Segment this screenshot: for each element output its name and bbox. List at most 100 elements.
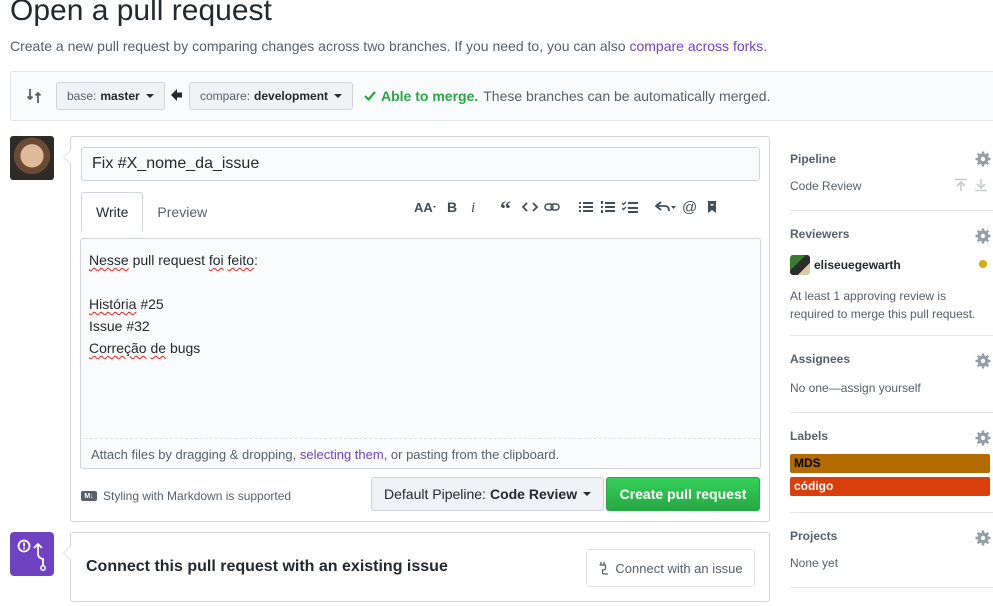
select-files-link[interactable]: selecting them [300,447,384,462]
merge-ok-text: Able to merge. [381,88,479,104]
misspelled-word: de [150,340,167,356]
header-icon[interactable]: AA [411,196,441,218]
arrow-left-icon [171,89,182,101]
sidebar-assignees-heading: Assignees [790,352,851,366]
chevron-down-icon [583,492,592,496]
compare-across-forks-link[interactable]: compare across forks [629,38,763,54]
misspelled-word: Correção [89,340,147,356]
task-list-icon[interactable] [619,196,641,218]
sidebar-pipeline-heading: Pipeline [790,152,837,166]
attach-text-end: , or pasting from the clipboard. [383,447,560,462]
gear-icon[interactable] [975,430,991,446]
chevron-down-icon [145,94,154,98]
move-to-bottom-icon[interactable] [974,178,988,192]
create-pull-request-button[interactable]: Create pull request [606,477,760,511]
sidebar-pipeline-section: Pipeline Code Review [790,136,993,211]
chevron-down-icon [334,94,343,98]
assignees-value[interactable]: No one—assign yourself [790,381,921,395]
merge-status: Able to merge. These branches can be aut… [364,88,770,104]
svg-text:B: B [447,200,457,214]
gear-icon[interactable] [975,151,991,167]
base-branch-value: master [100,89,140,103]
svg-text:@: @ [682,199,697,215]
subtitle-end: . [763,38,768,54]
gear-icon[interactable] [975,530,991,546]
sidebar-pipeline-value: Code Review [790,179,862,193]
unordered-list-icon[interactable] [575,196,597,218]
attach-files-bar[interactable]: Attach files by dragging & dropping, sel… [80,438,761,469]
gear-icon[interactable] [975,353,991,369]
page-title: Open a pull request [10,0,272,27]
sidebar-projects-heading: Projects [790,529,838,543]
svg-text:“: “ [500,200,511,214]
quote-icon[interactable]: “ [497,196,519,218]
compare-icon [26,89,42,103]
sidebar-reviewers-section: Reviewers eliseuegewarth At least 1 appr… [790,211,993,336]
markdown-toolbar: AA B i “ @ [411,195,723,219]
code-icon[interactable] [519,196,541,218]
reviewer-name[interactable]: eliseuegewarth [814,258,901,272]
review-note-line-2: required to merge this pull request. [790,307,976,321]
compare-branch-value: development [254,89,329,103]
svg-text:AA: AA [414,200,433,214]
pr-body-line [89,271,258,293]
body-text-segment: pull request [128,252,209,268]
connect-issue-box: Connect this pull request with an existi… [63,532,770,602]
pr-body-line: Correção de bugs [89,337,258,359]
bookmark-icon[interactable] [701,196,723,218]
reply-icon[interactable] [653,196,679,218]
projects-value: None yet [790,556,839,570]
misspelled-word: foi [208,252,224,268]
review-note-line-1: At least 1 approving review is [790,289,947,303]
sidebar-reviewers-heading: Reviewers [790,227,850,241]
pr-body-line: História #25 [89,293,258,315]
compare-branch-select[interactable]: compare: development [189,82,354,110]
issue-connect-icon [17,539,46,571]
merge-status-text: These branches can be automatically merg… [483,88,771,104]
connect-issue-badge [10,532,54,576]
svg-text:i: i [471,200,475,214]
bold-icon[interactable]: B [441,196,463,218]
sidebar-assignees-section: Assignees No one—assign yourself [790,336,993,413]
body-text-segment: Issue #32 [89,318,150,334]
default-pipeline-select[interactable]: Default Pipeline: Code Review [371,477,605,511]
composer-tabs: Write Preview [81,192,221,232]
tab-write[interactable]: Write [81,192,144,232]
sidebar-labels-heading: Labels [790,429,829,443]
plug-icon [599,562,609,575]
review-requirement-note: At least 1 approving review is required … [790,287,975,323]
tab-preview[interactable]: Preview [143,192,221,232]
page-subtitle: Create a new pull request by comparing c… [10,38,767,54]
connect-issue-title: Connect this pull request with an existi… [86,558,448,575]
attach-text: Attach files by dragging & dropping, [91,447,300,462]
mention-icon[interactable]: @ [679,196,701,218]
move-to-top-icon[interactable] [954,178,968,192]
connect-issue-button[interactable]: Connect with an issue [586,549,755,587]
italic-icon[interactable]: i [463,196,485,218]
pipeline-label: Default Pipeline: [384,486,486,502]
markdown-icon: M↓ [81,491,97,501]
gear-icon[interactable] [975,228,991,244]
misspelled-word: História [89,296,137,312]
body-text-segment: : [254,252,258,268]
label-codigo: código [790,477,990,496]
subtitle-text: Create a new pull request by comparing c… [10,38,626,54]
markdown-note[interactable]: M↓ Styling with Markdown is supported [81,489,291,503]
base-branch-select[interactable]: base: master [56,82,165,110]
pending-review-icon [979,260,987,268]
pr-title-input[interactable] [81,147,760,181]
body-text-segment: #25 [136,296,164,312]
ordered-list-icon[interactable] [597,196,619,218]
link-icon[interactable] [541,196,563,218]
reviewer-avatar [790,255,810,275]
pr-body-line: Issue #32 [89,315,258,337]
pr-body-line: Nesse pull request foi feito: [89,249,258,271]
branch-range-bar: base: master compare: development Able t… [10,71,993,121]
sidebar-projects-section: Projects None yet [790,513,993,588]
pr-body-text: Nesse pull request foi feito: História #… [89,249,258,359]
connect-issue-button-label: Connect with an issue [615,560,743,576]
pull-request-composer: Write Preview AA B i “ [63,136,770,522]
user-avatar [10,136,54,180]
sidebar-labels-section: Labels MDS código [790,413,993,513]
pr-body-textarea[interactable]: Nesse pull request foi feito: História #… [80,238,761,468]
